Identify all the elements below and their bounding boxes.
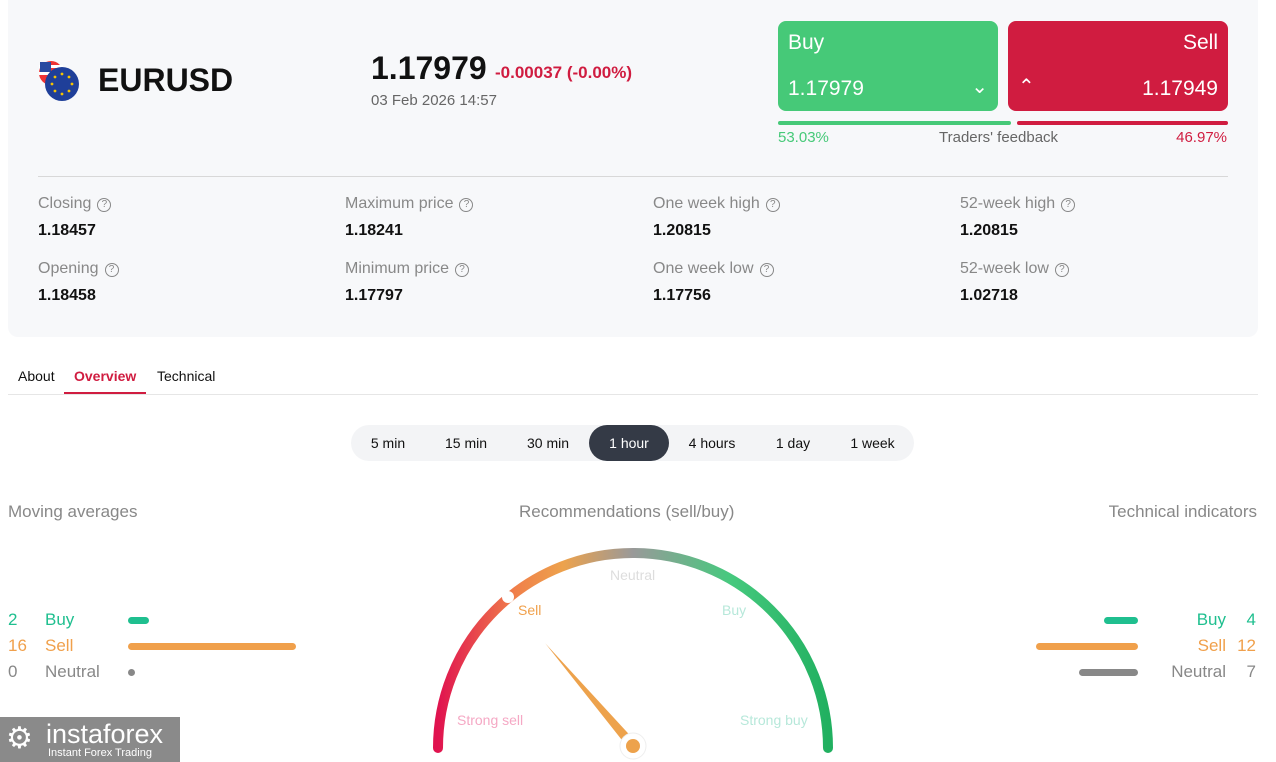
stat-item: Maximum price? 1.18241 — [345, 195, 625, 240]
help-icon[interactable]: ? — [455, 263, 470, 277]
sell-label: Sell — [1182, 31, 1218, 54]
ma-label: Neutral — [45, 662, 100, 681]
stat-item: 52-week low? 1.02718 — [960, 260, 1240, 305]
help-icon[interactable]: ? — [1061, 198, 1076, 212]
current-price: 1.17979 — [371, 50, 487, 86]
ma-count: 16 — [8, 636, 27, 655]
ti-count: 7 — [1246, 662, 1256, 681]
ma-count: 0 — [8, 662, 18, 681]
period-1week[interactable]: 1 week — [831, 425, 914, 461]
buy-button[interactable]: Buy 1.17979 ⌄ — [778, 21, 998, 111]
ti-count: 12 — [1237, 636, 1256, 655]
gauge-hub-dot — [626, 739, 640, 753]
ti-label: Sell — [1197, 636, 1226, 655]
recommendations-title: Recommendations (sell/buy) — [519, 502, 735, 521]
ma-bar — [128, 617, 149, 624]
sell-price: 1.17949 — [1142, 77, 1218, 100]
tab-technical[interactable]: Technical — [147, 368, 225, 394]
stat-label: 52-week low — [960, 260, 1049, 277]
gauge-marker — [502, 591, 514, 603]
gauge-label-buy: Buy — [722, 602, 746, 618]
gauge-label-strong-sell: Strong sell — [457, 712, 523, 728]
ma-label: Sell — [45, 636, 74, 655]
ma-bar — [128, 669, 135, 676]
period-30min[interactable]: 30 min — [507, 425, 589, 461]
flag-icon — [39, 61, 79, 101]
chevron-down-icon: ⌄ — [971, 76, 988, 98]
stat-label: 52-week high — [960, 195, 1056, 212]
tab-bar: About Overview Technical — [8, 360, 1258, 395]
stat-label: Maximum price — [345, 195, 454, 212]
sell-percent: 46.97% — [1176, 129, 1227, 146]
technical-indicators-title: Technical indicators — [1108, 502, 1257, 521]
period-4hours[interactable]: 4 hours — [669, 425, 755, 461]
stat-label: One week low — [653, 260, 754, 277]
help-icon[interactable]: ? — [759, 263, 774, 277]
instaforex-logo: ⚙ instaforex Instant Forex Trading — [0, 717, 180, 762]
period-1hour[interactable]: 1 hour — [589, 425, 669, 461]
gauge-label-neutral: Neutral — [610, 567, 655, 583]
period-15min[interactable]: 15 min — [425, 425, 507, 461]
symbol: EURUSD — [98, 62, 234, 98]
help-icon[interactable]: ? — [104, 263, 119, 277]
stat-item: One week low? 1.17756 — [653, 260, 933, 305]
stat-value: 1.02718 — [960, 287, 1018, 304]
stat-item: Minimum price? 1.17797 — [345, 260, 625, 305]
gauge-label-sell: Sell — [518, 602, 541, 618]
stat-value: 1.17756 — [653, 287, 711, 304]
feedback-label: Traders' feedback — [939, 129, 1059, 146]
stat-item: Closing? 1.18457 — [38, 195, 318, 240]
divider — [38, 176, 1228, 177]
stat-item: Opening? 1.18458 — [38, 260, 318, 305]
timestamp: 03 Feb 2026 14:57 — [371, 92, 497, 109]
gauge-needle — [545, 643, 637, 750]
recommendation-gauge: Strong sell Sell Neutral Buy Strong buy — [433, 548, 833, 760]
help-icon[interactable]: ? — [1054, 263, 1069, 277]
ti-bar — [1104, 617, 1138, 624]
stat-value: 1.18458 — [38, 287, 96, 304]
moving-averages-title: Moving averages — [8, 502, 138, 521]
buy-label: Buy — [788, 31, 825, 54]
stat-item: One week high? 1.20815 — [653, 195, 933, 240]
stat-label: One week high — [653, 195, 760, 212]
ti-count: 4 — [1246, 610, 1256, 629]
ma-label: Buy — [45, 610, 75, 629]
ti-label: Buy — [1196, 610, 1226, 629]
sell-feedback-bar — [1017, 121, 1228, 125]
ti-bar — [1036, 643, 1138, 650]
gauge-label-strong-buy: Strong buy — [740, 712, 808, 728]
stat-value: 1.18241 — [345, 222, 403, 239]
buy-price: 1.17979 — [788, 77, 864, 100]
buy-feedback-bar — [778, 121, 1011, 125]
period-5min[interactable]: 5 min — [351, 425, 425, 461]
help-icon[interactable]: ? — [97, 198, 112, 212]
ti-bar — [1078, 669, 1138, 676]
logo-name: instaforex — [46, 719, 164, 749]
tab-overview[interactable]: Overview — [64, 368, 147, 394]
stat-label: Closing — [38, 195, 92, 212]
period-1day[interactable]: 1 day — [755, 425, 831, 461]
stat-label: Minimum price — [345, 260, 450, 277]
stat-value: 1.17797 — [345, 287, 403, 304]
stat-item: 52-week high? 1.20815 — [960, 195, 1240, 240]
help-icon[interactable]: ? — [459, 198, 474, 212]
stat-label: Opening — [38, 260, 99, 277]
logo-tagline: Instant Forex Trading — [48, 747, 152, 759]
buy-percent: 53.03% — [778, 129, 829, 146]
chevron-up-icon: ⌃ — [1018, 76, 1035, 98]
help-icon[interactable]: ? — [765, 198, 780, 212]
sell-button[interactable]: Sell 1.17949 ⌃ — [1008, 21, 1228, 111]
stat-value: 1.20815 — [653, 222, 711, 239]
ti-label: Neutral — [1171, 662, 1226, 681]
ma-bar — [128, 643, 296, 650]
period-selector: 5 min 15 min 30 min 1 hour 4 hours 1 day… — [351, 425, 914, 461]
gear-icon: ⚙ — [6, 722, 33, 755]
ma-count: 2 — [8, 610, 18, 629]
price-change: -0.00037 (-0.00%) — [495, 63, 633, 82]
stat-value: 1.18457 — [38, 222, 96, 239]
stat-value: 1.20815 — [960, 222, 1018, 239]
tab-about[interactable]: About — [8, 368, 65, 394]
